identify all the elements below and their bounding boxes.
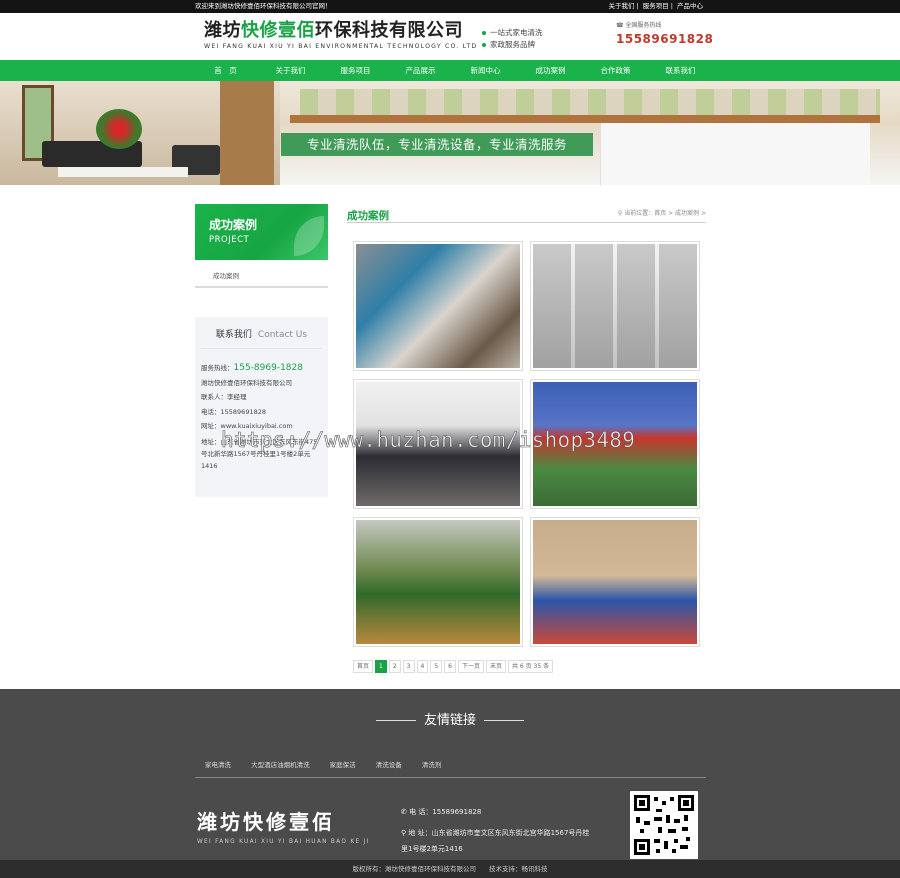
- footer-info: ✆ 电 话：15589691828 ⚲ 地 址：山东省潍坊市奎文区东风东街北宫华…: [401, 804, 591, 857]
- welcome-text: 欢迎来到潍坊快修壹佰环保科技有限公司官网！: [195, 2, 332, 10]
- friend-links-title: 友情链接: [0, 709, 900, 728]
- case-item[interactable]: [530, 517, 700, 647]
- friend-links: 家电清洗 大型酒店油烟机清洗 家庭保洁 清洗设备 清洗剂: [205, 759, 459, 769]
- qr-code: [630, 791, 698, 859]
- top-link-services[interactable]: 服务项目: [643, 2, 669, 10]
- footer: 友情链接 家电清洗 大型酒店油烟机清洗 家庭保洁 清洗设备 清洗剂 潍坊快修壹佰…: [0, 689, 900, 860]
- page-title: 成功案例: [347, 210, 389, 222]
- hero-banner: 专业清洗队伍，专业清洗设备，专业清洗服务: [0, 81, 900, 185]
- page-3[interactable]: 3: [402, 660, 415, 673]
- nav-products[interactable]: 产品展示: [388, 60, 453, 81]
- contact-title: 联系我们 Contact Us: [201, 327, 322, 349]
- top-bar: 欢迎来到潍坊快修壹佰环保科技有限公司官网！ 关于我们 | 服务项目 | 产品中心: [0, 0, 900, 13]
- nav-home[interactable]: 首 页: [193, 60, 258, 81]
- page-summary: 共 6 页 35 条: [508, 660, 554, 673]
- banner-table: [58, 167, 188, 177]
- slogan-2: 家政服务品牌: [482, 39, 543, 51]
- case-image: [533, 520, 697, 644]
- top-links: 关于我们 | 服务项目 | 产品中心: [608, 2, 703, 10]
- phone-icon: ✆: [401, 808, 410, 816]
- logo-suffix: 环保科技有限公司: [315, 20, 463, 41]
- hotline-label: 全国服务热线: [625, 22, 662, 29]
- sidebar-item-cases[interactable]: 成功案例: [195, 260, 328, 288]
- copyright-bar: 版权所有：潍坊快修壹佰环保科技有限公司 技术支持：畅讯科技: [0, 860, 900, 878]
- banner-door: [220, 81, 274, 185]
- pagination: 首页 1 2 3 4 5 6 下一页 末页 共 6 页 35 条: [353, 660, 555, 673]
- friend-link[interactable]: 大型酒店油烟机清洗: [251, 761, 310, 769]
- page-last[interactable]: 末页: [486, 660, 507, 673]
- sidebar: 成功案例 PROJECT 成功案例 联系我们 Contact Us 服务热线：15…: [195, 204, 328, 497]
- page-first[interactable]: 首页: [353, 660, 374, 673]
- banner-counter: [290, 115, 880, 123]
- slogan-1: 一站式家电清洗: [482, 27, 543, 39]
- contact-box: 联系我们 Contact Us 服务热线：155-8969-1828 潍坊快修壹佰…: [195, 317, 328, 497]
- qr-code-icon: [634, 795, 694, 855]
- page-2[interactable]: 2: [388, 660, 401, 673]
- friend-link[interactable]: 家庭保洁: [330, 761, 356, 769]
- footer-logo-en: WEI FANG KUAI XIU YI BAI HUAN BAO KE JI: [197, 839, 370, 845]
- main-nav: 首 页 关于我们 服务项目 产品展示 新闻中心 成功案例 合作政策 联系我们: [0, 60, 900, 81]
- page-4[interactable]: 4: [416, 660, 429, 673]
- case-image: [356, 520, 520, 644]
- main-content: 成功案例 ⚲ 当前位置：首页 > 成功案例 > 首页 1 2 3 4 5 6 下…: [347, 204, 706, 673]
- footer-logo: 潍坊快修壹佰 WEI FANG KUAI XIU YI BAI HUAN BAO…: [197, 806, 370, 845]
- sidebar-header: 成功案例 PROJECT: [195, 204, 328, 260]
- page-5[interactable]: 5: [430, 660, 443, 673]
- nav-cases[interactable]: 成功案例: [518, 60, 583, 81]
- page-next[interactable]: 下一页: [457, 660, 484, 673]
- logo-prefix: 潍坊: [204, 20, 241, 41]
- footer-address: ⚲ 地 址：山东省潍坊市奎文区东风东街北宫华路1567号丹桂里1号楼2单元141…: [401, 829, 590, 853]
- logo-english: WEI FANG KUAI XIU YI BAI ENVIRONMENTAL T…: [204, 43, 478, 50]
- phone-icon: ☎: [616, 22, 624, 29]
- page-6[interactable]: 6: [444, 660, 456, 673]
- case-image: [356, 244, 520, 368]
- footer-logo-cn: 潍坊快修壹佰: [197, 810, 335, 834]
- case-item[interactable]: [353, 517, 523, 647]
- logo-highlight: 快修壹佰: [241, 20, 315, 41]
- hotline-number: 15589691828: [616, 32, 714, 46]
- top-link-about[interactable]: 关于我们: [608, 2, 634, 10]
- banner-cabinets: [600, 123, 870, 185]
- case-item[interactable]: [530, 241, 700, 371]
- friend-link[interactable]: 清洗设备: [376, 761, 402, 769]
- hotline: ☎ 全国服务热线 15589691828: [616, 20, 713, 46]
- friend-link[interactable]: 家电清洗: [205, 761, 231, 769]
- footer-divider: [195, 777, 706, 778]
- banner-flowers: [96, 109, 142, 149]
- contact-hotline: 服务热线：155-8969-1828: [201, 363, 303, 373]
- nav-cooperation[interactable]: 合作政策: [583, 60, 648, 81]
- top-link-products[interactable]: 产品中心: [677, 2, 703, 10]
- case-item[interactable]: [353, 241, 523, 371]
- watermark: https://www.huzhan.com/ishop3489: [221, 428, 636, 453]
- nav-about[interactable]: 关于我们: [258, 60, 323, 81]
- contact-company: 潍坊快修壹佰环保科技有限公司: [201, 378, 292, 387]
- main-header: 成功案例 ⚲ 当前位置：首页 > 成功案例 >: [347, 204, 706, 223]
- header: 潍坊快修壹佰环保科技有限公司 WEI FANG KUAI XIU YI BAI …: [0, 13, 900, 60]
- slogans: 一站式家电清洗 家政服务品牌: [482, 27, 543, 51]
- breadcrumb: ⚲ 当前位置：首页 > 成功案例 >: [617, 210, 706, 217]
- friend-link[interactable]: 清洗剂: [422, 761, 442, 769]
- contact-person: 联系人：李经理: [201, 393, 247, 401]
- nav-contact[interactable]: 联系我们: [648, 60, 713, 81]
- footer-phone: ✆ 电 话：15589691828: [401, 808, 482, 816]
- page-1[interactable]: 1: [375, 660, 387, 673]
- case-image: [533, 244, 697, 368]
- contact-phone: 电话：15589691828: [201, 407, 266, 416]
- nav-news[interactable]: 新闻中心: [453, 60, 518, 81]
- nav-services[interactable]: 服务项目: [323, 60, 388, 81]
- banner-caption: 专业清洗队伍，专业清洗设备，专业清洗服务: [281, 133, 593, 156]
- site-logo[interactable]: 潍坊快修壹佰环保科技有限公司 WEI FANG KUAI XIU YI BAI …: [204, 20, 477, 51]
